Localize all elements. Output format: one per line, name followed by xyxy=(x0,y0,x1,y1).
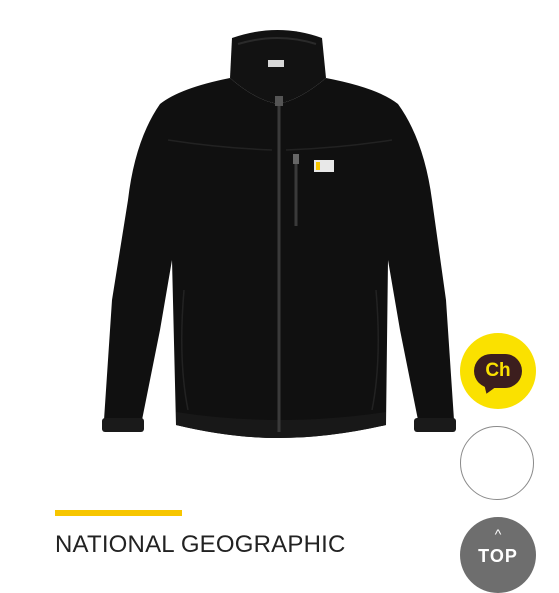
chat-label: Ch xyxy=(485,360,511,381)
brand-accent-bar xyxy=(55,510,182,516)
floating-circle-button[interactable] xyxy=(460,426,534,500)
top-label: TOP xyxy=(478,546,518,566)
scroll-to-top-button[interactable]: ^ TOP xyxy=(460,517,536,593)
kakao-chat-button[interactable]: Ch xyxy=(460,333,536,409)
brand-name[interactable]: NATIONAL GEOGRAPHIC xyxy=(55,531,346,559)
product-image-black-zip-jacket xyxy=(102,30,456,438)
chat-bubble-icon: Ch xyxy=(474,354,522,388)
chevron-up-icon: ^ xyxy=(494,526,502,542)
